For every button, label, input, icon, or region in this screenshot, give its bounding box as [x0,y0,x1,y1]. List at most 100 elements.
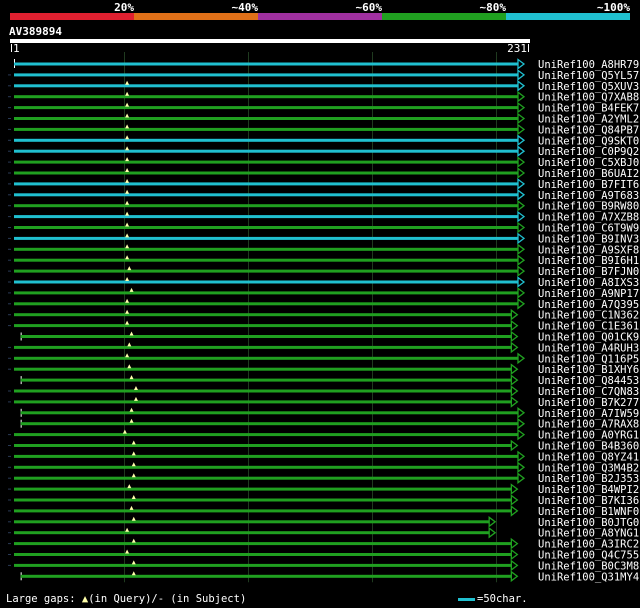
hit-arrow-icon [517,58,526,70]
hit-arrow-icon [517,265,526,277]
hit-list: UniRef100_A8HR79UniRef100_Q5YL57UniRef10… [8,58,640,583]
hit-bar[interactable] [14,73,518,77]
hit-overhang [8,237,11,239]
hit-name-link[interactable]: UniRef100_Q31MY4 [538,571,639,583]
hit-bar[interactable] [14,498,512,502]
query-gap-marker-icon [129,418,134,423]
hit-bar[interactable] [14,182,518,186]
hit-arrow-icon [510,548,519,561]
hit-bar[interactable] [14,531,490,535]
hit-arrow-icon [517,145,526,157]
hit-arrow-icon [517,112,526,125]
hit-arrow-icon [517,232,526,245]
alignment-overview: 20% ~40% ~60% ~80% ~100% AV389894 1 231 … [8,1,640,583]
hit-bar[interactable] [14,204,518,208]
query-gap-marker-icon [125,102,130,107]
hit-overhang [8,390,11,392]
hit-bar[interactable] [20,378,512,382]
hit-bar[interactable] [14,62,518,66]
identity-band-100 [506,13,630,20]
query-gap-marker-icon [125,113,130,118]
query-gap-marker-icon [129,375,134,380]
hit-overhang [8,510,11,512]
hit-bar[interactable] [14,433,518,437]
hit-bar[interactable] [14,400,512,404]
query-gap-marker-icon [125,178,130,183]
hit-bar[interactable] [14,302,518,306]
query-gap-marker-icon [125,80,130,85]
hit-bar[interactable] [20,422,519,426]
hit-bar[interactable] [14,149,518,153]
query-gap-marker-icon [125,320,130,325]
hit-bar[interactable] [14,313,512,317]
hit-overhang [8,259,11,261]
hit-bar[interactable] [20,574,512,578]
hit-overhang [8,194,11,196]
hit-bar[interactable] [14,258,518,262]
hit-arrow-icon [510,385,519,397]
hit-bar[interactable] [14,171,518,175]
hit-bar[interactable] [14,367,512,371]
hit-row[interactable]: UniRef100_Q31MY4 [20,570,640,583]
query-gap-marker-icon [122,429,127,434]
hit-bar[interactable] [14,291,518,295]
hit-bar[interactable] [14,95,518,99]
hit-bar[interactable] [14,138,518,142]
query-gap-marker-icon [125,200,130,205]
hit-bar[interactable] [14,476,518,480]
hit-arrow-icon [517,101,526,114]
query-gap-marker-icon [127,266,132,271]
hit-overhang [8,532,11,534]
hit-overhang [8,401,11,403]
hit-bar[interactable] [20,411,519,415]
query-gap-marker-icon [131,473,136,478]
hit-bar[interactable] [14,487,512,491]
hit-bar[interactable] [14,127,518,131]
hit-bar[interactable] [14,324,512,328]
hit-overhang [8,325,11,327]
hit-bar[interactable] [14,509,512,513]
hit-bar[interactable] [20,335,512,338]
hit-bar[interactable] [14,465,518,469]
hit-arrow-icon [510,330,519,343]
hit-overhang [8,118,11,119]
hit-arrow-icon [510,505,519,517]
hit-bar[interactable] [14,226,518,229]
hit-bar[interactable] [14,389,512,393]
hit-bar[interactable] [14,520,490,524]
hit-bar[interactable] [14,356,518,360]
hit-bar[interactable] [14,84,518,88]
hit-bar[interactable] [14,236,518,240]
query-gap-marker-icon [125,168,130,172]
hit-bar[interactable] [14,247,518,251]
query-gap-marker-icon [125,189,130,194]
query-gap-marker-icon [125,157,130,162]
hit-bar[interactable] [14,444,512,447]
hit-bar[interactable] [14,542,512,546]
hit-overhang [8,96,11,98]
hit-overhang [8,554,11,555]
query-gap-marker-icon [125,309,130,314]
hit-bar[interactable] [14,215,518,219]
scale-bar-icon [458,597,475,601]
hit-arrow-icon [517,254,526,267]
hit-arrow-icon [510,537,519,550]
hit-bar[interactable] [14,280,518,284]
hit-bar[interactable] [14,160,518,164]
hit-overhang [8,346,11,348]
hit-bar[interactable] [14,117,518,120]
hit-arrow-icon [517,428,526,441]
hit-bar[interactable] [14,193,518,197]
query-gap-marker-icon [125,549,130,554]
hit-bar[interactable] [14,454,518,458]
hit-bar[interactable] [14,269,518,273]
hit-bar[interactable] [14,345,512,349]
scale-legend: =50char. [458,592,528,606]
hit-bar[interactable] [14,106,518,110]
hit-bar[interactable] [14,563,512,567]
hit-arrow-icon [488,526,497,539]
ruler-start-label: 1 [13,42,20,55]
hit-overhang [8,150,11,152]
hit-overhang [8,292,11,294]
hit-bar[interactable] [14,553,512,556]
